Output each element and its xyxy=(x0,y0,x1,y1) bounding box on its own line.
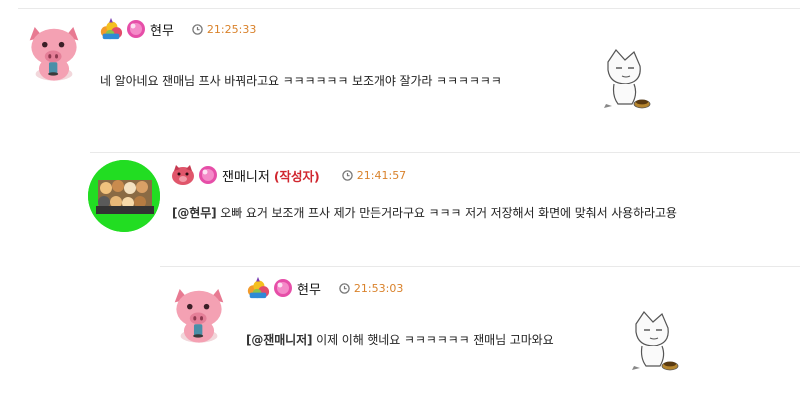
avatar-art xyxy=(88,160,160,232)
nickname[interactable]: 현무 xyxy=(297,279,321,298)
time-text: 21:41:57 xyxy=(356,168,407,182)
author-badge: (작성자) xyxy=(273,168,320,184)
fruit-level-icon xyxy=(247,276,270,299)
pig-level-icon xyxy=(172,165,194,185)
comment-text: [@잰매니저] 이제 이해 햇네요 ㅋㅋㅋㅋㅋㅋ 잰매님 고마와요 xyxy=(246,331,554,348)
avatar-pig-icon[interactable] xyxy=(168,282,230,348)
timestamp: 21:53:03 xyxy=(339,282,403,295)
comment-header: 현무 21:25:33 xyxy=(99,17,256,41)
comment-header: 현무 21:53:03 xyxy=(246,276,403,300)
clock-icon xyxy=(342,169,353,181)
bowing-character-sticker-icon xyxy=(603,49,651,109)
pink-gem-icon xyxy=(127,20,145,38)
fruit-level-icon xyxy=(100,17,123,40)
comment-text: 네 알아네요 잰매님 프사 바꿔라고요 ㅋㅋㅋㅋㅋㅋ 보조개야 잘가라 ㅋㅋㅋㅋ… xyxy=(100,72,502,89)
reply-divider xyxy=(90,152,800,153)
nickname[interactable]: 잰매니저 xyxy=(222,166,270,185)
time-text: 21:25:33 xyxy=(206,22,257,36)
avatar-pig-icon[interactable] xyxy=(23,20,85,86)
bowing-character-sticker-icon xyxy=(631,311,679,371)
timestamp: 21:25:33 xyxy=(192,23,256,36)
timestamp: 21:41:57 xyxy=(342,169,406,182)
time-text: 21:53:03 xyxy=(353,281,404,295)
animal-group-avatar-icon[interactable] xyxy=(88,160,160,232)
top-divider xyxy=(18,8,800,9)
comment-body: 오빠 요거 보조개 프사 제가 만든거라구요 ㅋㅋㅋ 저거 저장해서 화면에 맞… xyxy=(220,206,677,220)
comment-header: 잰매니저 (작성자) 21:41:57 xyxy=(171,163,406,187)
pink-gem-icon xyxy=(274,279,292,297)
comment-body: 네 알아네요 잰매님 프사 바꿔라고요 ㅋㅋㅋㅋㅋㅋ 보조개야 잘가라 ㅋㅋㅋㅋ… xyxy=(100,74,502,88)
reply-divider xyxy=(160,266,800,267)
mention-link[interactable]: [@잰매니저] xyxy=(246,333,313,347)
comment-text: [@현무] 오빠 요거 보조개 프사 제가 만든거라구요 ㅋㅋㅋ 저거 저장해서… xyxy=(172,204,677,221)
comment-body: 이제 이해 햇네요 ㅋㅋㅋㅋㅋㅋ 잰매님 고마와요 xyxy=(316,333,554,347)
mention-link[interactable]: [@현무] xyxy=(172,206,217,220)
nickname[interactable]: 현무 xyxy=(150,20,174,39)
clock-icon xyxy=(192,23,203,35)
pink-gem-icon xyxy=(199,166,217,184)
clock-icon xyxy=(339,282,350,294)
